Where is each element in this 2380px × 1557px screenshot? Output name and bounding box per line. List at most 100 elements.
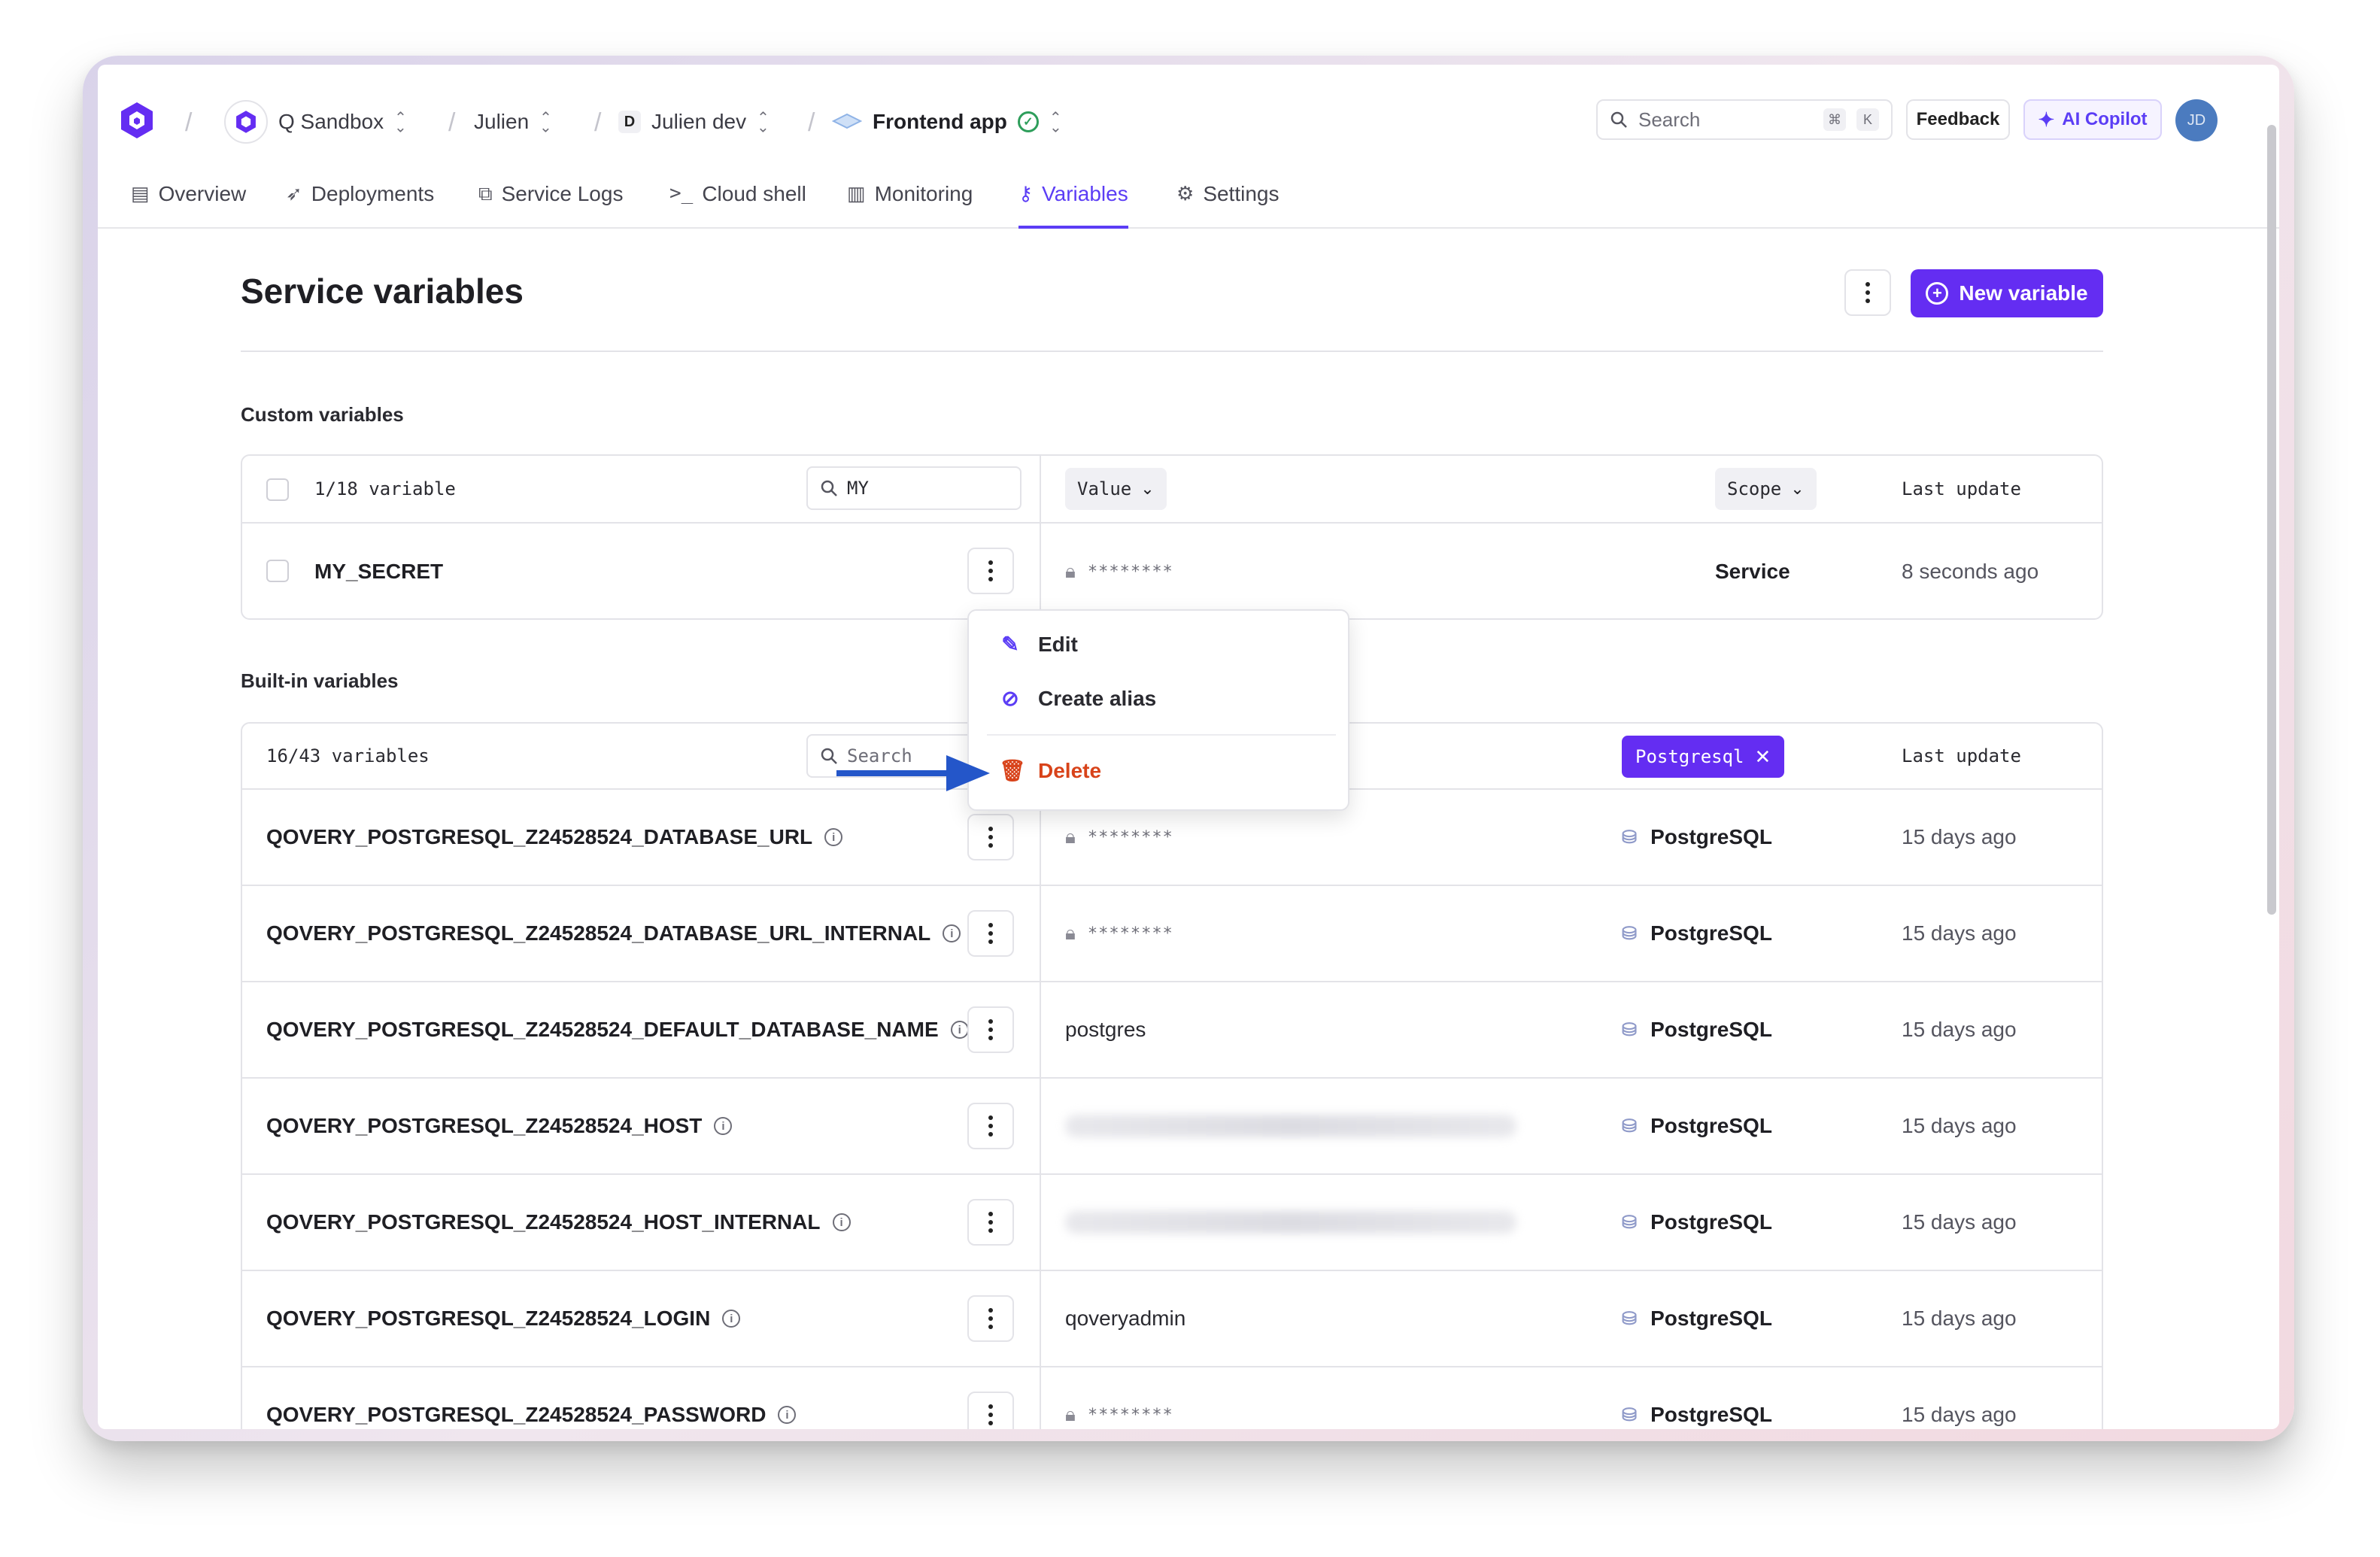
tab-overview[interactable]: ▤ Overview [131,182,246,229]
more-vertical-icon [988,827,993,848]
breadcrumb-service[interactable]: Frontend app ✓ ⌃ ⌃ [832,101,1062,143]
info-icon[interactable]: i [824,828,843,846]
tab-monitoring[interactable]: ▥ Monitoring [847,182,973,229]
scope-label: PostgreSQL [1650,1403,1772,1426]
shortcut-cmd-key: ⌘ [1823,108,1846,131]
row-actions-button[interactable] [967,1103,1014,1149]
scope-label: PostgreSQL [1650,1307,1772,1330]
tab-deployments[interactable]: ➶ Deployments [286,182,434,229]
breadcrumb-project[interactable]: Julien ⌃ ⌃ [474,101,552,143]
page-more-button[interactable] [1844,269,1891,316]
variable-updated: 15 days ago [1902,1403,2017,1426]
trash-icon: 🗑︎ [999,759,1026,782]
database-icon: ⛁ [1622,1308,1638,1329]
menu-item-create-alias[interactable]: ⊘ Create alias [999,686,1156,711]
feedback-button[interactable]: Feedback [1906,99,2010,140]
variable-scope: ⛁ PostgreSQL [1622,790,1772,885]
row-actions-button[interactable] [967,548,1014,594]
menu-item-delete[interactable]: 🗑︎ Delete [999,758,1101,783]
table-row: QOVERY_POSTGRESQL_Z24528524_PASSWORD i 🔒… [242,1367,2102,1429]
shortcut-k-key: K [1856,108,1879,131]
tab-label: Cloud shell [702,182,806,205]
annotation-arrow-icon [836,755,990,791]
close-icon[interactable]: ✕ [1755,745,1771,769]
status-ok-icon: ✓ [1017,111,1039,132]
lock-icon: 🔒︎ [1065,825,1076,848]
tab-settings[interactable]: ⚙ Settings [1176,182,1279,229]
row-actions-button[interactable] [967,814,1014,860]
variable-scope: ⛁ PostgreSQL [1622,1079,1772,1173]
variable-name: QOVERY_POSTGRESQL_Z24528524_DATABASE_URL [266,825,813,848]
qovery-logo-icon[interactable] [119,101,155,140]
lock-icon: 🔒︎ [1065,1403,1076,1425]
row-actions-button[interactable] [967,1295,1014,1342]
scope-column-dropdown[interactable]: Scope ⌄ [1715,468,1817,510]
value-column-dropdown[interactable]: Value ⌄ [1065,468,1167,510]
variable-updated: 15 days ago [1902,1018,2017,1041]
ai-copilot-button[interactable]: ✦ AI Copilot [2023,99,2162,140]
custom-filter-input[interactable]: MY [806,466,1022,510]
scope-filter-label: Postgresql [1635,746,1744,767]
variable-name-cell: QOVERY_POSTGRESQL_Z24528524_DATABASE_URL… [266,790,843,885]
scope-label: PostgreSQL [1650,825,1772,848]
variable-scope: ⛁ PostgreSQL [1622,886,1772,981]
chevron-updown-icon: ⌃ ⌃ [394,110,407,134]
info-icon[interactable]: i [714,1117,733,1135]
variable-name: MY_SECRET [314,560,444,583]
breadcrumb-separator: / [594,108,602,137]
tab-label: Monitoring [874,182,973,205]
variable-scope: ⛁ PostgreSQL [1622,1367,1772,1429]
variable-name-cell: QOVERY_POSTGRESQL_Z24528524_HOST i [266,1079,733,1173]
environment-badge: D [618,111,641,133]
org-avatar [224,100,268,144]
info-icon[interactable]: i [832,1213,851,1231]
menu-item-edit[interactable]: ✎ Edit [999,632,1078,657]
scope-filter-chip[interactable]: Postgresql ✕ [1622,736,1785,778]
global-search-input[interactable]: Search ⌘ K [1596,99,1893,140]
row-actions-button[interactable] [967,1199,1014,1246]
variable-value: qoveryadmin [1065,1307,1186,1330]
variable-value [1065,1175,1516,1270]
chevron-updown-icon: ⌃ ⌃ [539,110,552,134]
tab-cloud-shell[interactable]: >_ Cloud shell [669,182,806,229]
scrollbar[interactable] [2267,125,2276,915]
database-icon: ⛁ [1622,827,1638,848]
variable-updated: 15 days ago [1902,825,2017,848]
variable-count: 1/18 variable [314,478,456,499]
variable-scope: ⛁ PostgreSQL [1622,1175,1772,1270]
scope-label: PostgreSQL [1650,1018,1772,1041]
tab-label: Deployments [311,182,435,205]
user-avatar[interactable]: JD [2175,99,2218,141]
info-icon[interactable]: i [778,1406,797,1424]
app-window: / Q Sandbox ⌃ ⌃ / Julien ⌃ ⌃ / D Julien de… [98,65,2279,1429]
filter-value: MY [847,478,869,499]
scope-label: PostgreSQL [1650,1114,1772,1137]
last-update-header: Last update [1902,745,2021,766]
breadcrumb-environment[interactable]: D Julien dev ⌃ ⌃ [618,101,770,143]
breadcrumb-org[interactable]: Q Sandbox ⌃ ⌃ [224,100,407,144]
select-all-checkbox[interactable] [266,478,289,501]
variable-value [1065,1079,1516,1173]
info-icon[interactable]: i [943,924,961,942]
row-actions-button[interactable] [967,910,1014,957]
new-variable-button[interactable]: + New variable [1911,269,2103,317]
blurred-value [1065,1115,1516,1137]
tab-service-logs[interactable]: ⧉ Service Logs [478,182,623,229]
menu-item-label: Edit [1038,632,1078,656]
row-actions-button[interactable] [967,1006,1014,1053]
database-icon: ⛁ [1622,1212,1638,1233]
table-row: QOVERY_POSTGRESQL_Z24528524_DEFAULT_DATA… [242,982,2102,1079]
variable-name: QOVERY_POSTGRESQL_Z24528524_LOGIN [266,1307,711,1330]
row-checkbox[interactable] [266,560,289,582]
variable-updated: 15 days ago [1902,1307,2017,1330]
gear-icon: ⚙ [1176,182,1195,205]
tab-label: Overview [158,182,247,205]
row-actions-button[interactable] [967,1392,1014,1429]
info-icon[interactable]: i [950,1021,969,1039]
pencil-icon: ✎ [1001,633,1019,656]
logs-icon: ⧉ [478,182,493,205]
tab-variables[interactable]: ⚷ Variables [1018,182,1128,229]
new-variable-label: New variable [1959,281,2088,305]
info-icon[interactable]: i [722,1310,741,1328]
sparkles-icon: ✦ [2038,108,2055,131]
